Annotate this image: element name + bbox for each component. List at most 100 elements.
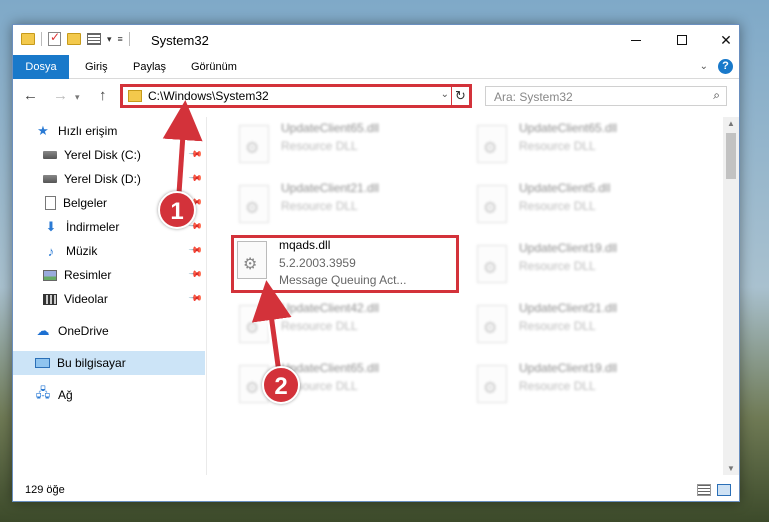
scroll-thumb[interactable] xyxy=(726,133,736,179)
help-icon[interactable]: ? xyxy=(718,59,733,74)
computer-icon xyxy=(35,358,50,368)
dll-file-icon: ⚙ xyxy=(477,125,507,163)
recent-locations-icon[interactable]: ▾ xyxy=(75,92,80,103)
file-item[interactable]: ⚙ UpdateClient65.dll Resource DLL xyxy=(471,119,701,171)
file-item-mqads[interactable]: ⚙ mqads.dll 5.2.2003.3959 Message Queuin… xyxy=(231,235,459,293)
pin-icon[interactable]: 📌 xyxy=(188,267,203,283)
download-icon: ⬇ xyxy=(45,219,57,234)
address-path[interactable]: C:\Windows\System32 xyxy=(148,89,269,103)
sidebar-item-label: Resimler xyxy=(64,268,112,282)
sidebar-item-this-pc[interactable]: Bu bilgisayar xyxy=(13,351,205,375)
sidebar-item-label: Ağ xyxy=(58,388,73,402)
search-input[interactable]: Ara: System32 ⌕ xyxy=(485,86,727,106)
sidebar-item-label: OneDrive xyxy=(58,324,109,338)
dll-file-icon: ⚙ xyxy=(239,305,269,343)
list-icon[interactable] xyxy=(87,33,101,45)
address-bar[interactable]: C:\Windows\System32 ⌄ ↻ xyxy=(120,84,472,108)
gear-icon: ⚙ xyxy=(245,140,260,157)
refresh-icon[interactable]: ↻ xyxy=(451,86,469,106)
sidebar-item-label: İndirmeler xyxy=(66,220,120,234)
file-description: Message Queuing Act... xyxy=(279,273,407,287)
file-description: Resource DLL xyxy=(281,319,358,333)
sidebar-item-onedrive[interactable]: ☁ OneDrive xyxy=(35,319,205,343)
network-icon: 🖧 xyxy=(35,385,51,400)
file-description: Resource DLL xyxy=(281,199,358,213)
file-item[interactable]: ⚙ UpdateClient19.dll Resource DLL xyxy=(471,239,701,291)
gear-icon: ⚙ xyxy=(483,260,498,277)
ribbon-right-controls: ⌄ ? xyxy=(700,59,733,74)
sidebar-item-label: Belgeler xyxy=(63,196,108,210)
up-arrow-icon[interactable]: ↑ xyxy=(99,87,107,104)
expand-ribbon-icon[interactable]: ⌄ xyxy=(700,61,708,72)
new-folder-icon[interactable] xyxy=(67,33,81,45)
sidebar-item-quick-access[interactable]: ★ Hızlı erişim xyxy=(35,119,227,143)
folder-icon xyxy=(21,33,35,45)
file-item[interactable]: ⚙ UpdateClient21.dll Resource DLL xyxy=(233,179,463,231)
chevron-down-icon[interactable]: ⌄ xyxy=(441,89,449,100)
file-name: UpdateClient19.dll xyxy=(519,241,618,255)
file-item[interactable]: ⚙ UpdateClient21.dll Resource DLL xyxy=(471,299,701,351)
video-icon xyxy=(43,293,57,305)
properties-check-icon[interactable] xyxy=(48,30,61,46)
drive-icon xyxy=(43,151,57,159)
vertical-scrollbar[interactable]: ▲ ▼ xyxy=(723,117,739,475)
large-icons-view-icon[interactable] xyxy=(717,484,731,496)
scroll-up-icon[interactable]: ▲ xyxy=(727,119,735,128)
tab-view[interactable]: Görünüm xyxy=(181,55,247,79)
file-item[interactable]: ⚙ UpdateClient19.dll Resource DLL xyxy=(471,359,701,411)
pin-icon[interactable]: 📌 xyxy=(188,171,203,187)
customize-toolbar-icon[interactable]: ≡ xyxy=(118,34,123,44)
gear-icon: ⚙ xyxy=(245,200,260,217)
sidebar-item-music[interactable]: ♪ Müzik 📌 xyxy=(43,239,205,263)
file-description: Resource DLL xyxy=(519,259,596,273)
gear-icon: ⚙ xyxy=(483,380,498,397)
file-description: Resource DLL xyxy=(281,139,358,153)
step-2-badge: 2 xyxy=(262,366,300,404)
dll-file-icon: ⚙ xyxy=(477,185,507,223)
minimize-icon xyxy=(631,39,641,41)
search-placeholder: Ara: System32 xyxy=(494,90,573,104)
details-view-icon[interactable] xyxy=(697,484,711,496)
sidebar-item-videos[interactable]: Videolar 📌 xyxy=(43,287,205,311)
forward-arrow-icon[interactable]: → xyxy=(53,87,68,104)
file-name: UpdateClient21.dll xyxy=(519,301,618,315)
pin-icon[interactable]: 📌 xyxy=(188,291,203,307)
sidebar-item-local-disk-d[interactable]: Yerel Disk (D:) 📌 xyxy=(43,167,205,191)
sidebar-item-pictures[interactable]: Resimler 📌 xyxy=(43,263,205,287)
gear-icon: ⚙ xyxy=(245,320,260,337)
sidebar-item-local-disk-c[interactable]: Yerel Disk (C:) 📌 xyxy=(43,143,205,167)
view-switcher xyxy=(697,484,731,496)
pin-icon[interactable]: 📌 xyxy=(188,147,203,163)
toolbar-divider xyxy=(128,32,130,46)
file-list: ⚙ UpdateClient65.dll Resource DLL ⚙ Upda… xyxy=(209,117,723,475)
file-name: UpdateClient5.dll xyxy=(519,181,611,195)
file-item[interactable]: ⚙ UpdateClient5.dll Resource DLL xyxy=(471,179,701,231)
title-bar: ▾ ≡ System32 ✕ xyxy=(13,25,739,55)
file-description: Resource DLL xyxy=(519,379,596,393)
file-name: UpdateClient65.dll xyxy=(281,121,380,135)
minimize-button[interactable] xyxy=(613,25,659,55)
file-name: UpdateClient19.dll xyxy=(519,361,618,375)
file-item[interactable]: ⚙ UpdateClient42.dll Resource DLL xyxy=(233,299,463,351)
item-count: 129 öğe xyxy=(25,484,65,496)
drive-icon xyxy=(43,175,57,183)
status-bar: 129 öğe xyxy=(13,481,739,501)
scroll-down-icon[interactable]: ▼ xyxy=(727,464,735,473)
gear-icon: ⚙ xyxy=(245,380,260,397)
back-arrow-icon[interactable]: ← xyxy=(23,87,38,104)
sidebar-item-label: Yerel Disk (C:) xyxy=(64,148,141,162)
chevron-down-icon[interactable]: ▾ xyxy=(107,34,112,45)
search-icon[interactable]: ⌕ xyxy=(713,88,720,103)
toolbar-divider xyxy=(41,32,42,46)
tab-home[interactable]: Giriş xyxy=(75,55,118,79)
sidebar-item-network[interactable]: 🖧 Ağ xyxy=(35,383,205,407)
sidebar-item-label: Hızlı erişim xyxy=(58,124,118,138)
close-button[interactable]: ✕ xyxy=(703,25,749,55)
file-item[interactable]: ⚙ UpdateClient65.dll Resource DLL xyxy=(233,119,463,171)
window-title: System32 xyxy=(151,33,209,48)
file-description: Resource DLL xyxy=(519,139,596,153)
tab-file[interactable]: Dosya xyxy=(13,55,69,79)
tab-share[interactable]: Paylaş xyxy=(123,55,176,79)
maximize-button[interactable] xyxy=(659,25,705,55)
pin-icon[interactable]: 📌 xyxy=(188,243,203,259)
